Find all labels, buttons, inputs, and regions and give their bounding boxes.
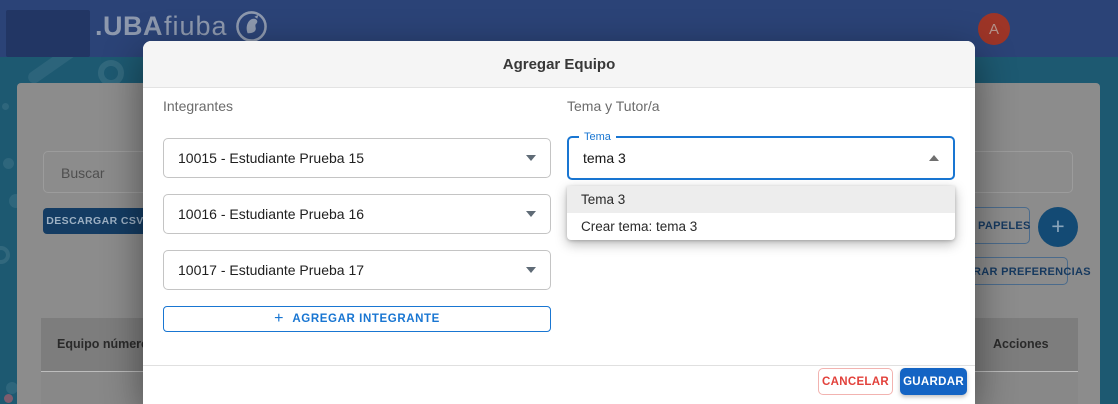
add-team-dialog: Agregar Equipo Integrantes 10015 - Estud… — [143, 41, 975, 404]
add-member-label: AGREGAR INTEGRANTE — [292, 313, 440, 325]
chevron-down-icon — [526, 211, 536, 217]
member-select-2-value: 10016 - Estudiante Prueba 16 — [178, 206, 365, 222]
topic-section-label: Tema y Tutor/a — [567, 98, 660, 114]
topic-option-existing[interactable]: Tema 3 — [567, 186, 955, 213]
members-section-label: Integrantes — [163, 98, 234, 114]
member-select-3-value: 10017 - Estudiante Prueba 17 — [178, 262, 365, 278]
chevron-down-icon — [526, 155, 536, 161]
member-select-1-value: 10015 - Estudiante Prueba 15 — [178, 150, 365, 166]
cancel-button[interactable]: CANCELAR — [818, 368, 893, 395]
member-select-3[interactable]: 10017 - Estudiante Prueba 17 — [163, 250, 551, 290]
chevron-down-icon — [526, 267, 536, 273]
dialog-footer: CANCELAR GUARDAR — [143, 365, 975, 404]
topic-input[interactable]: Tema tema 3 — [567, 131, 955, 180]
topic-input-value: tema 3 — [583, 150, 626, 166]
dialog-header: Agregar Equipo — [143, 41, 975, 88]
topic-field-label: Tema — [579, 131, 616, 143]
topic-options-menu: Tema 3 Crear tema: tema 3 — [567, 186, 955, 240]
member-select-2[interactable]: 10016 - Estudiante Prueba 16 — [163, 194, 551, 234]
dialog-title: Agregar Equipo — [502, 55, 616, 73]
screen: Buscar DESCARGAR CSV PAPELES + RAR PREFE… — [0, 0, 1118, 404]
add-member-button[interactable]: + AGREGAR INTEGRANTE — [163, 306, 551, 332]
topic-option-create[interactable]: Crear tema: tema 3 — [567, 213, 955, 240]
plus-icon: + — [274, 309, 284, 327]
save-button[interactable]: GUARDAR — [900, 368, 967, 395]
member-select-1[interactable]: 10015 - Estudiante Prueba 15 — [163, 138, 551, 178]
chevron-up-icon — [929, 155, 939, 161]
